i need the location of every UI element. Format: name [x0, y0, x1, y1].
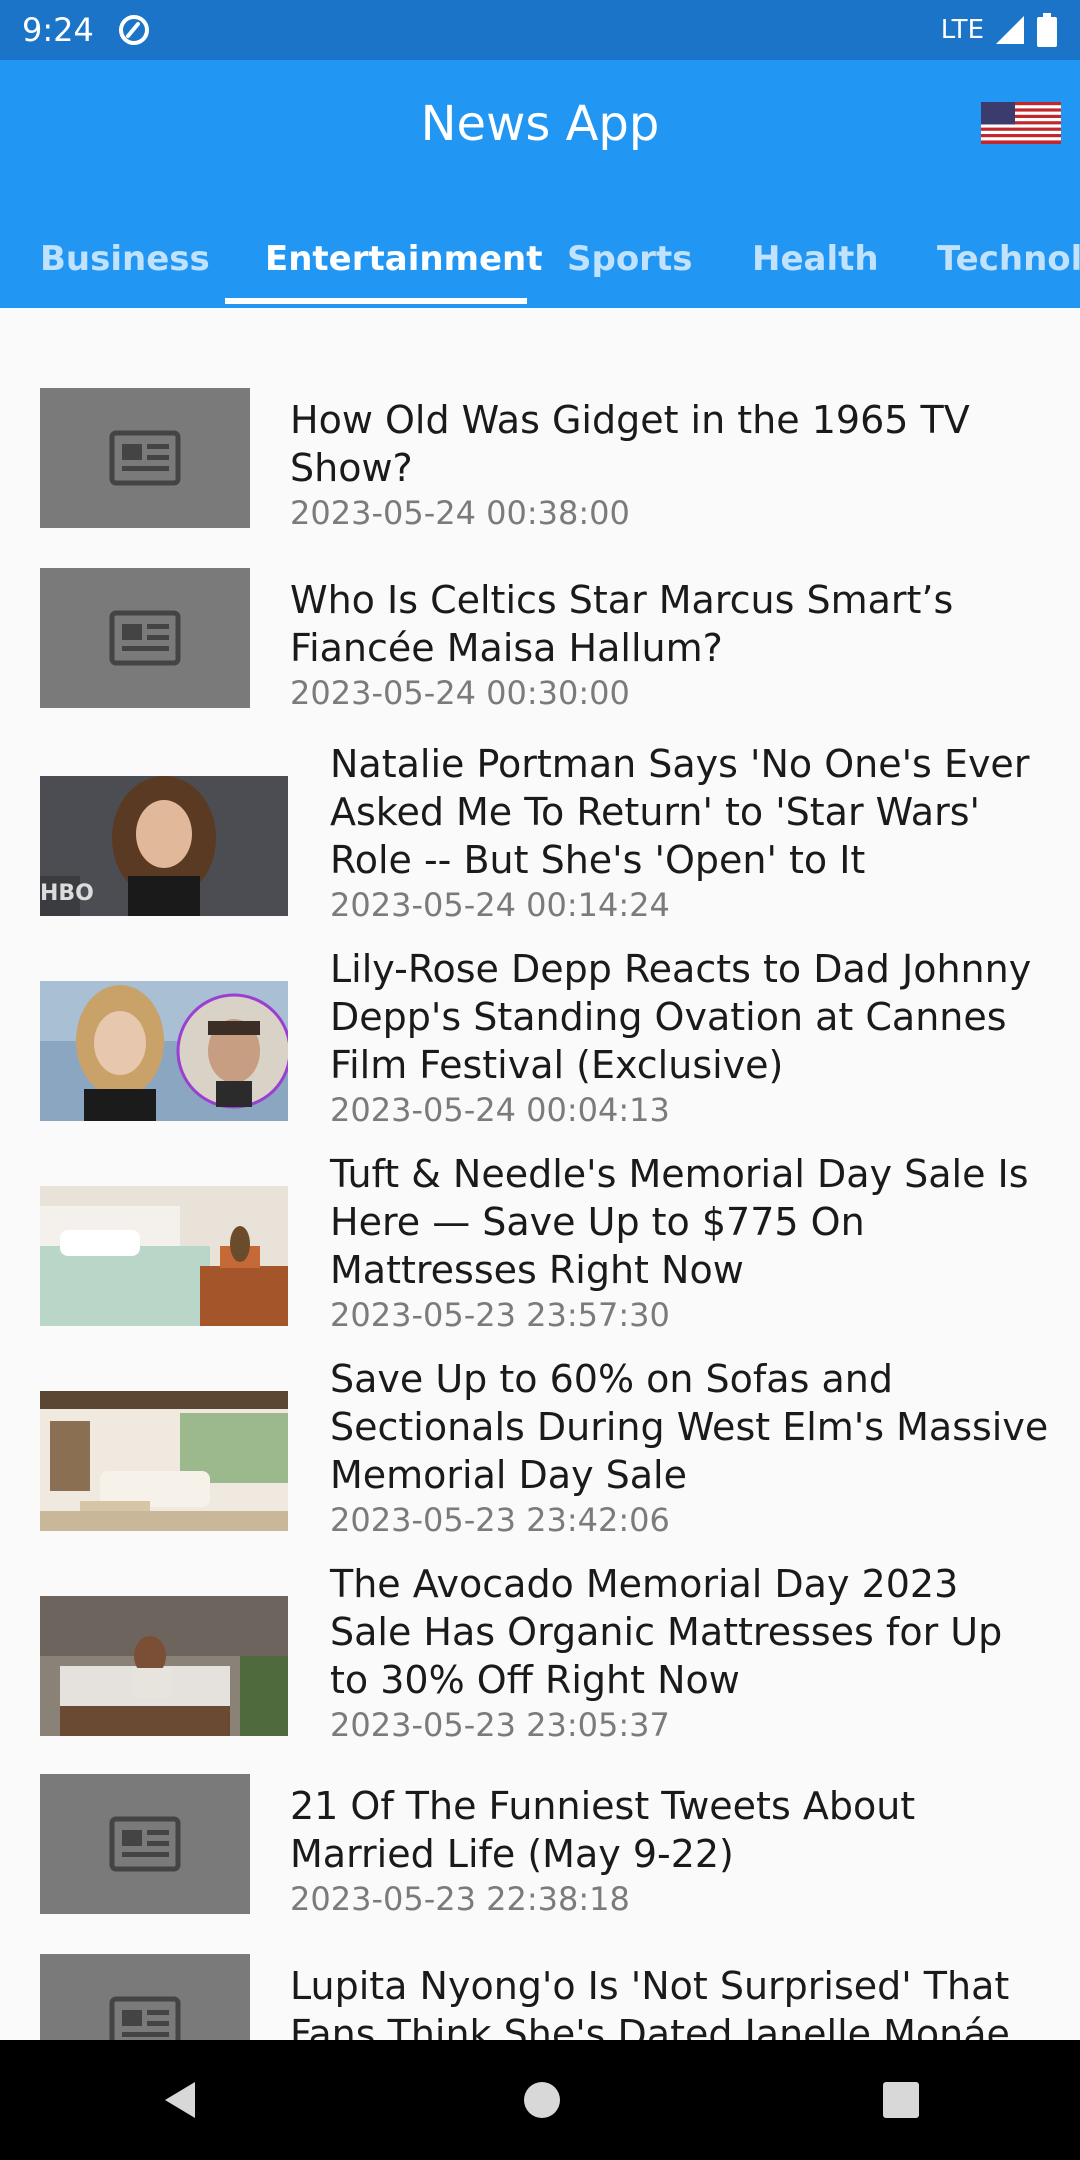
- tab-technology[interactable]: Technolo: [937, 210, 1080, 308]
- newspaper-icon: [109, 430, 181, 486]
- article-thumbnail: [40, 1774, 250, 1914]
- article-list[interactable]: How Old Was Gidget in the 1965 TV Show? …: [0, 308, 1080, 2040]
- article-photo: HBO: [40, 776, 288, 916]
- article-date: 2023-05-24 00:30:00: [290, 674, 630, 712]
- article-date: 2023-05-24 00:14:24: [330, 886, 670, 924]
- tab-business[interactable]: Business: [40, 210, 210, 308]
- signal-icon: [996, 16, 1024, 44]
- article-title: How Old Was Gidget in the 1965 TV Show?: [290, 398, 970, 490]
- article-thumbnail: [40, 388, 250, 528]
- tab-sports[interactable]: Sports: [567, 210, 692, 308]
- newspaper-icon: [109, 1996, 181, 2040]
- article-title: Who Is Celtics Star Marcus Smart’s Fianc…: [290, 578, 954, 670]
- newspaper-icon: [109, 1816, 181, 1872]
- newspaper-icon: [109, 610, 181, 666]
- article-date: 2023-05-23 22:38:18: [290, 1880, 630, 1918]
- article-title: Tuft & Needle's Memorial Day Sale Is Her…: [330, 1152, 1029, 1292]
- article-thumbnail: HBO: [40, 776, 288, 916]
- app-title: News App: [420, 96, 660, 152]
- article-title: 21 Of The Funniest Tweets About Married …: [290, 1784, 916, 1876]
- app-bar: News App Business Entertainment Sports H…: [0, 60, 1080, 308]
- svg-text:HBO: HBO: [40, 881, 94, 906]
- back-triangle-icon[interactable]: [159, 2078, 203, 2122]
- us-flag-icon[interactable]: [981, 102, 1061, 144]
- recents-square-icon[interactable]: [881, 2080, 921, 2120]
- article-title: Save Up to 60% on Sofas and Sectionals D…: [330, 1357, 1049, 1497]
- article-thumbnail: [40, 1186, 288, 1326]
- article-photo: [40, 981, 288, 1121]
- network-type: LTE: [940, 15, 984, 45]
- article-date: 2023-05-24 00:04:13: [330, 1091, 670, 1129]
- article-date: 2023-05-23 23:57:30: [330, 1296, 670, 1334]
- battery-icon: [1037, 13, 1057, 47]
- article-thumbnail: [40, 1596, 288, 1736]
- category-tabs: Business Entertainment Sports Health Tec…: [0, 210, 1080, 308]
- tab-entertainment[interactable]: Entertainment: [265, 210, 543, 308]
- home-circle-icon[interactable]: [522, 2080, 562, 2120]
- article-photo: [40, 1596, 288, 1736]
- article-date: 2023-05-23 23:42:06: [330, 1501, 670, 1539]
- status-time: 9:24: [22, 11, 94, 49]
- article-title: Natalie Portman Says 'No One's Ever Aske…: [330, 742, 1030, 882]
- article-title: The Avocado Memorial Day 2023 Sale Has O…: [330, 1562, 1003, 1702]
- status-bar: 9:24 LTE: [0, 0, 1080, 60]
- article-thumbnail: [40, 981, 288, 1121]
- article-title: Lupita Nyong'o Is 'Not Surprised' That F…: [290, 1964, 1010, 2040]
- system-nav-bar: [0, 2040, 1080, 2160]
- article-thumbnail: [40, 568, 250, 708]
- tab-health[interactable]: Health: [752, 210, 879, 308]
- article-photo: [40, 1391, 288, 1531]
- article-date: 2023-05-24 00:38:00: [290, 494, 630, 532]
- article-thumbnail: [40, 1954, 250, 2040]
- article-title: Lily-Rose Depp Reacts to Dad Johnny Depp…: [330, 947, 1032, 1087]
- tab-indicator: [225, 298, 527, 304]
- sync-status-icon: [118, 15, 149, 45]
- article-photo: [40, 1186, 288, 1326]
- article-thumbnail: [40, 1391, 288, 1531]
- article-date: 2023-05-23 23:05:37: [330, 1706, 670, 1744]
